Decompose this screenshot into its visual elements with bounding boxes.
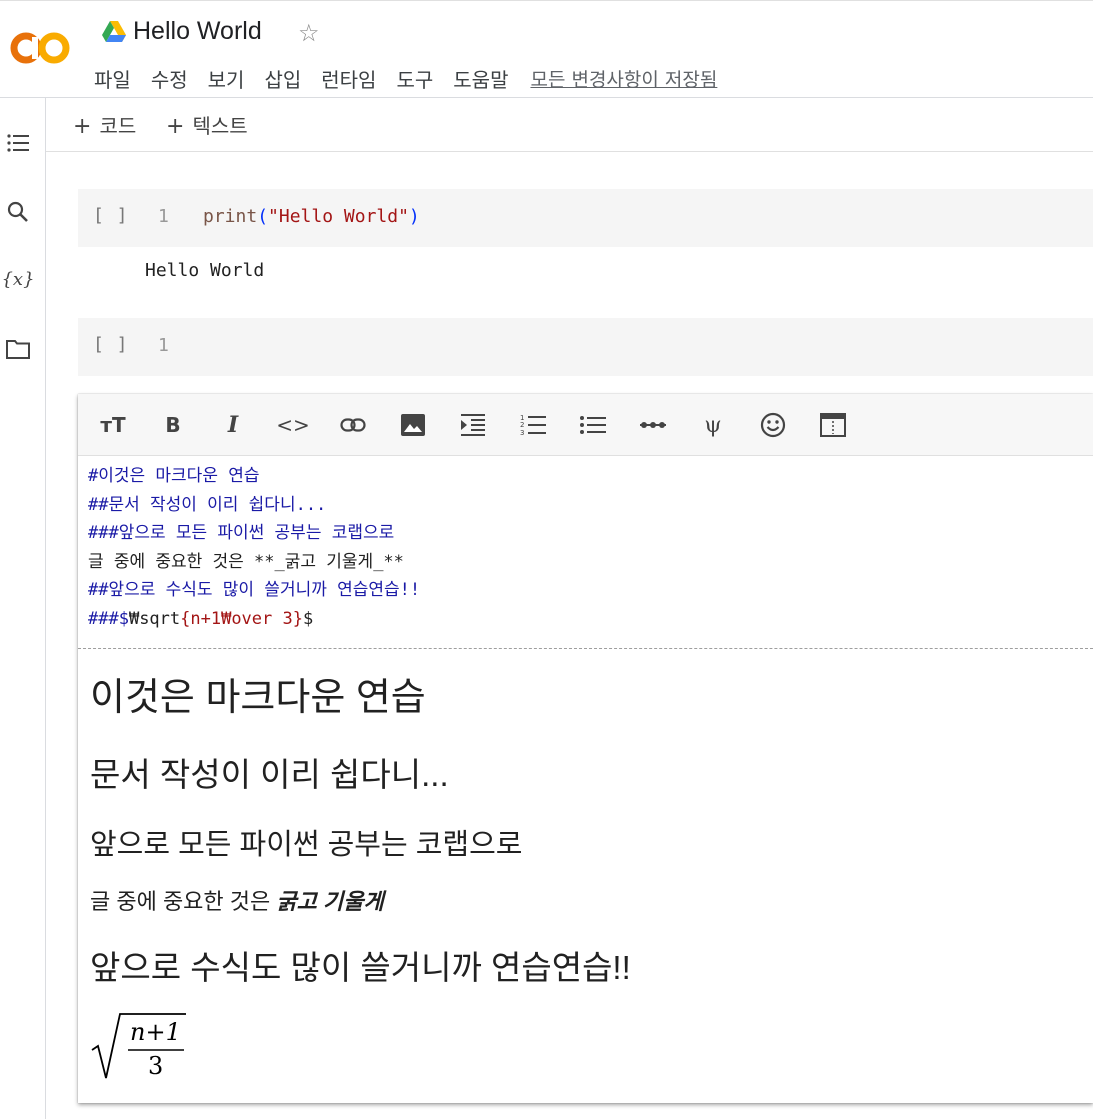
italic-icon[interactable]: I [218,410,248,440]
md-line: 글 중에 중요한 것은 **_굵고 기울게_** [88,551,404,572]
run-cell-button[interactable]: [ ] [93,205,129,226]
run-cell-button[interactable]: [ ] [93,334,129,355]
menu-runtime[interactable]: 런타임 [321,64,376,93]
svg-text:2: 2 [520,421,524,429]
text-size-icon[interactable]: тT [98,410,128,440]
editor-preview-divider [78,648,1093,649]
md-math-end: $ [302,608,314,629]
menu-view[interactable]: 보기 [208,64,245,93]
preview-heading-2: 문서 작성이 이리 쉽다니... [90,756,449,793]
add-code-button[interactable]: + 코드 [73,110,136,139]
search-icon[interactable] [5,199,31,225]
notebook-title[interactable]: Hello World [133,17,262,46]
line-number: 1 [158,335,169,356]
svg-text:3: 3 [520,429,524,436]
preview-paragraph-text: 글 중에 중요한 것은 [90,889,277,914]
colab-logo[interactable] [10,27,74,69]
markdown-toolbar: тT B I <> 123 ψ [78,394,1093,456]
table-of-contents-icon[interactable] [5,130,31,156]
google-drive-icon [102,21,126,43]
math-numerator: n+1 [130,1018,181,1046]
md-line: 이것은 마크다운 연습 [98,466,260,486]
notebook-toolbar: + 코드 + 텍스트 [46,98,1093,152]
preview-heading-3: 앞으로 모든 파이썬 공부는 코랩으로 [90,829,523,861]
menu-bar: 파일 수정 보기 삽입 런타임 도구 도움말 모든 변경사항이 저장됨 [94,63,717,93]
preview-paragraph: 글 중에 중요한 것은 굵고 기울게 [90,884,384,916]
indent-icon[interactable] [458,410,488,440]
menu-file[interactable]: 파일 [94,64,131,93]
md-heading-mark: # [88,466,99,486]
markdown-editor[interactable]: #이것은 마크다운 연습 ##문서 작성이 이리 쉽다니... ###앞으로 모… [88,462,420,634]
code-icon[interactable]: <> [276,410,310,440]
horizontal-rule-icon[interactable] [638,410,668,440]
md-heading-mark: ## [88,494,109,515]
variables-icon[interactable]: {𝑥} [1,266,34,292]
md-heading-mark: ###$ [88,608,129,629]
star-icon[interactable]: ☆ [298,19,320,47]
add-text-button[interactable]: + 텍스트 [166,110,248,139]
code-cell-empty[interactable]: [ ] 1 [78,318,1093,376]
numbered-list-icon[interactable]: 123 [518,410,548,440]
math-denominator: 3 [148,1052,163,1080]
link-icon[interactable] [338,410,368,440]
menu-insert[interactable]: 삽입 [264,64,301,93]
preview-layout-icon[interactable] [818,410,848,440]
bulleted-list-icon[interactable] [578,410,608,440]
code-editor[interactable]: print("Hello World") [203,206,420,227]
md-heading-mark: ## [88,580,109,601]
bold-icon[interactable]: B [158,410,188,440]
add-code-label: 코드 [99,114,137,138]
psi-icon[interactable]: ψ [698,410,728,440]
md-line: 앞으로 모든 파이썬 공부는 코랩으로 [118,523,395,544]
emoji-icon[interactable] [758,410,788,440]
md-line: 앞으로 수식도 많이 쓸거니까 연습연습!! [108,580,421,601]
code-function: print [203,206,258,227]
menu-tools[interactable]: 도구 [396,64,433,93]
md-heading-mark: ### [88,523,119,544]
preview-math-formula: n+1 3 [90,1006,200,1086]
add-text-label: 텍스트 [192,114,248,138]
preview-bold-italic: 굵고 기울게 [276,889,384,914]
folder-icon[interactable] [5,336,31,362]
md-math-brace: {n+1₩over 3} [180,608,303,629]
header: Hello World ☆ 파일 수정 보기 삽입 런타임 도구 도움말 모든 … [0,0,1093,98]
text-cell[interactable]: тT B I <> 123 ψ #이것은 마크다운 연습 ##문서 작성이 이리… [78,394,1093,1103]
image-icon[interactable] [398,410,428,440]
save-status-link[interactable]: 모든 변경사항이 저장됨 [530,65,717,92]
code-string: "Hello World" [268,206,409,227]
preview-heading-2b: 앞으로 수식도 많이 쓸거니까 연습연습!! [90,949,631,986]
md-math-command: ₩sqrt [128,608,181,629]
line-number: 1 [158,206,169,227]
left-rail: {𝑥} [0,98,46,1119]
code-cell[interactable]: [ ] 1 print("Hello World") [78,189,1093,247]
preview-heading-1: 이것은 마크다운 연습 [90,677,426,719]
menu-edit[interactable]: 수정 [151,64,188,93]
menu-help[interactable]: 도움말 [453,64,508,93]
md-line: 문서 작성이 이리 쉽다니... [108,494,327,515]
cell-output: Hello World [145,260,265,281]
